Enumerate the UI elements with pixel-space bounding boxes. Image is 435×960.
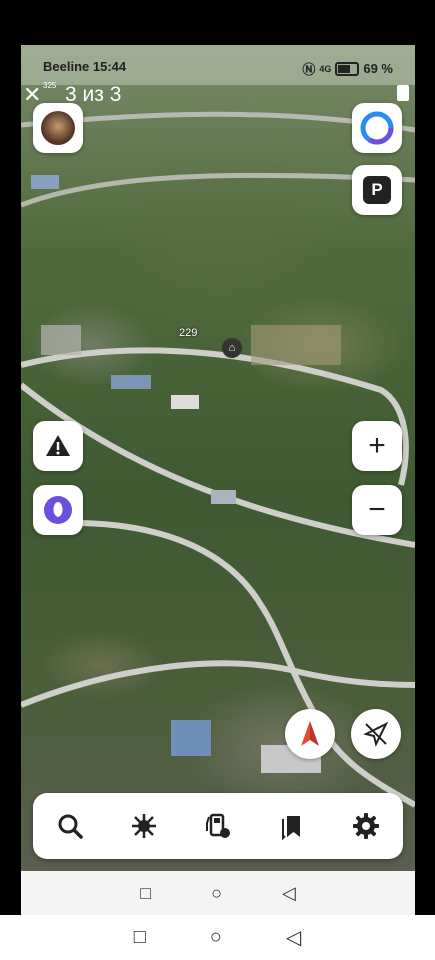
road-alerts-button[interactable]: [33, 421, 83, 471]
settings-button[interactable]: [346, 806, 386, 846]
layers-icon: [132, 814, 156, 838]
avatar: [41, 111, 75, 145]
home-button[interactable]: ○: [210, 926, 222, 949]
layers-button[interactable]: [124, 806, 164, 846]
profile-avatar-button[interactable]: [33, 103, 83, 153]
warning-icon: [46, 435, 70, 456]
my-location-button[interactable]: [351, 709, 401, 759]
back-button[interactable]: ◁: [286, 925, 301, 950]
location-off-icon: [363, 721, 389, 747]
bottom-toolbar: [33, 793, 403, 859]
system-navigation-bar: □ ○ ◁: [0, 915, 435, 960]
house-icon[interactable]: ⌂: [222, 338, 242, 358]
parking-button[interactable]: P: [352, 165, 402, 215]
zoom-in-button[interactable]: +: [352, 421, 402, 471]
battery-percent: 69 %: [363, 61, 393, 76]
bookmarks-icon: [282, 816, 300, 840]
recents-button[interactable]: □: [140, 883, 151, 904]
inner-navigation-bar: □ ○ ◁: [21, 871, 415, 915]
gas-stations-button[interactable]: [198, 806, 238, 846]
compass-icon: [301, 721, 319, 746]
recents-button[interactable]: □: [134, 926, 146, 949]
trash-icon[interactable]: [397, 85, 409, 101]
status-bar: Beeline 15:44 Ⓝ 4G 69 %: [21, 45, 415, 85]
compass-button[interactable]: [285, 709, 335, 759]
plus-icon: +: [368, 429, 386, 462]
gear-icon: [353, 813, 379, 839]
alice-icon: [360, 111, 394, 145]
zoom-out-button[interactable]: −: [352, 485, 402, 535]
map-screenshot: Beeline 15:44 Ⓝ 4G 69 % ✕ 325 3 из 3 P 2…: [21, 45, 415, 871]
viewer-badge: 325: [43, 81, 57, 90]
alice-voice-button[interactable]: [352, 103, 402, 153]
gas-station-icon: [206, 813, 230, 838]
bookmarks-button[interactable]: [272, 806, 312, 846]
house-number-label: 229: [179, 327, 198, 339]
clock: 15:44: [92, 59, 127, 74]
parking-icon: P: [363, 176, 391, 204]
nfc-icon: Ⓝ: [302, 62, 316, 77]
minus-icon: −: [368, 493, 386, 526]
alice-icon: [44, 496, 72, 524]
home-button[interactable]: ○: [211, 883, 222, 904]
search-icon: [58, 814, 83, 839]
carrier: Beeline: [43, 59, 90, 74]
battery-icon: [335, 61, 360, 76]
search-button[interactable]: [50, 806, 90, 846]
back-button[interactable]: ◁: [282, 883, 296, 904]
network-indicator: 4G: [319, 63, 332, 74]
alice-assistant-button[interactable]: [33, 485, 83, 535]
